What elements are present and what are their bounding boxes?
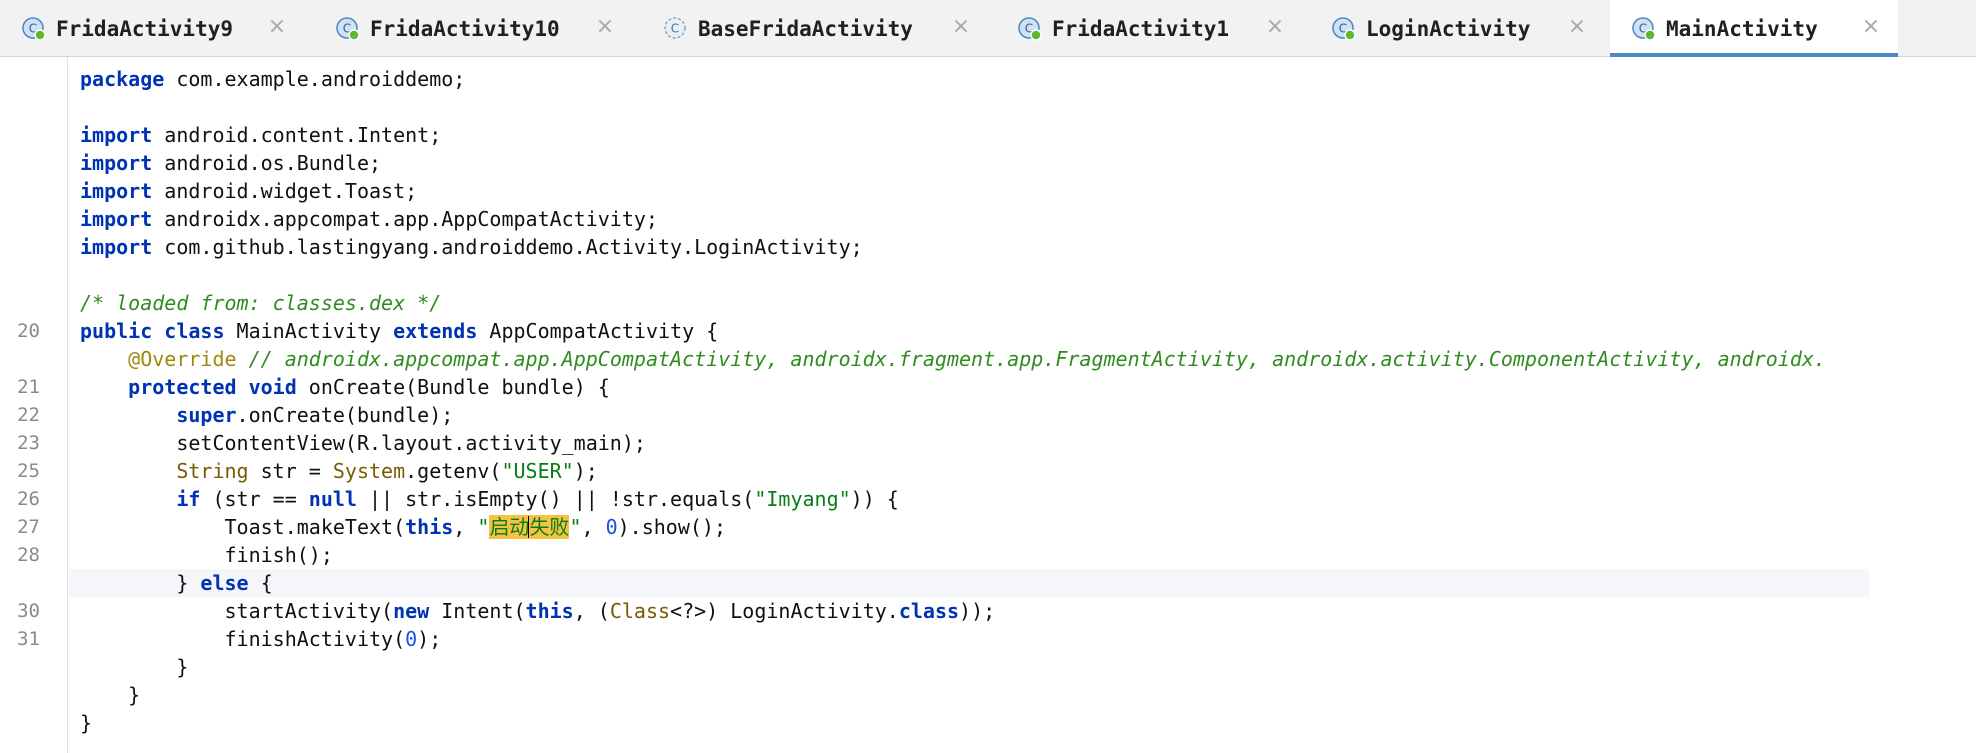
line-number: 31	[17, 628, 40, 650]
line-number: 30	[17, 600, 40, 622]
tab-frida-activity-10[interactable]: C FridaActivity10 ×	[314, 0, 637, 57]
tab-label: MainActivity	[1666, 16, 1818, 41]
code-line: 27 Toast.makeText(this, "启动失败", 0).show(…	[0, 513, 1976, 541]
code-line: @Override // androidx.appcompat.app.AppC…	[128, 347, 1826, 371]
close-icon[interactable]: ×	[1566, 16, 1588, 38]
code-line: 23 setContentView(R.layout.activity_main…	[0, 429, 1976, 457]
code-line: import android.widget.Toast;	[80, 179, 418, 203]
java-class-icon: C	[336, 16, 360, 41]
code-line: 21 protected void onCreate(Bundle bundle…	[0, 373, 1976, 401]
tab-label: FridaActivity1	[1052, 16, 1230, 41]
code-line: 25 String str = System.getenv("USER");	[0, 457, 1976, 485]
line-number: 20	[17, 320, 40, 342]
code-line: 22 super.onCreate(bundle);	[0, 401, 1976, 429]
close-icon[interactable]: ×	[594, 16, 616, 38]
code-line: import android.os.Bundle;	[80, 151, 382, 175]
tab-login-activity[interactable]: C LoginActivity ×	[1310, 0, 1600, 57]
editor-tab-bar: C FridaActivity9 × C FridaActivity10 × C…	[0, 0, 1976, 57]
tab-label: BaseFridaActivity	[698, 16, 913, 41]
code-line: 31 finishActivity(0);	[0, 625, 1976, 653]
tab-main-activity[interactable]: C MainActivity ×	[1610, 0, 1898, 57]
tab-frida-activity-9[interactable]: C FridaActivity9 ×	[0, 0, 306, 57]
code-line: package com.example.androiddemo;	[80, 67, 466, 91]
tab-label: FridaActivity10	[370, 16, 560, 41]
search-match-highlight: 启动	[489, 515, 530, 539]
code-line: }	[128, 683, 141, 707]
code-line: }	[80, 711, 93, 735]
java-abstract-class-icon: C	[664, 16, 688, 41]
code-line: }	[176, 655, 189, 679]
code-line: import android.content.Intent;	[80, 123, 442, 147]
line-number: 27	[17, 516, 40, 538]
svg-text:C: C	[671, 21, 679, 35]
tab-base-frida-activity[interactable]: C BaseFridaActivity ×	[642, 0, 982, 57]
close-icon[interactable]: ×	[266, 16, 288, 38]
close-icon[interactable]: ×	[950, 16, 972, 38]
search-match-highlight: 失败	[529, 515, 570, 539]
tab-frida-activity-1[interactable]: C FridaActivity1 ×	[996, 0, 1296, 57]
code-line: import androidx.appcompat.app.AppCompatA…	[80, 207, 658, 231]
line-number: 22	[17, 404, 40, 426]
tab-label: LoginActivity	[1366, 16, 1531, 41]
close-icon[interactable]: ×	[1860, 16, 1882, 38]
line-number: 21	[17, 376, 40, 398]
code-line: 28 finish();	[0, 541, 1976, 569]
tab-label: FridaActivity9	[56, 16, 234, 41]
line-number: 23	[17, 432, 40, 454]
java-class-icon: C	[1018, 16, 1042, 41]
java-class-icon: C	[22, 16, 46, 41]
code-line: 20 public class MainActivity extends App…	[0, 317, 1976, 345]
line-number: 28	[17, 544, 40, 566]
code-line: } else {	[176, 571, 273, 595]
code-line: /* loaded from: classes.dex */	[80, 291, 442, 315]
code-line: 30 startActivity(new Intent(this, (Class…	[0, 597, 1976, 625]
code-line: import com.github.lastingyang.androiddem…	[80, 235, 863, 259]
close-icon[interactable]: ×	[1264, 16, 1286, 38]
code-line: 26 if (str == null || str.isEmpty() || !…	[0, 485, 1976, 513]
line-number: 26	[17, 488, 40, 510]
code-editor[interactable]: package com.example.androiddemo; import …	[0, 57, 1976, 753]
java-class-icon: C	[1332, 16, 1356, 41]
java-class-icon: C	[1632, 16, 1656, 41]
line-number: 25	[17, 460, 40, 482]
